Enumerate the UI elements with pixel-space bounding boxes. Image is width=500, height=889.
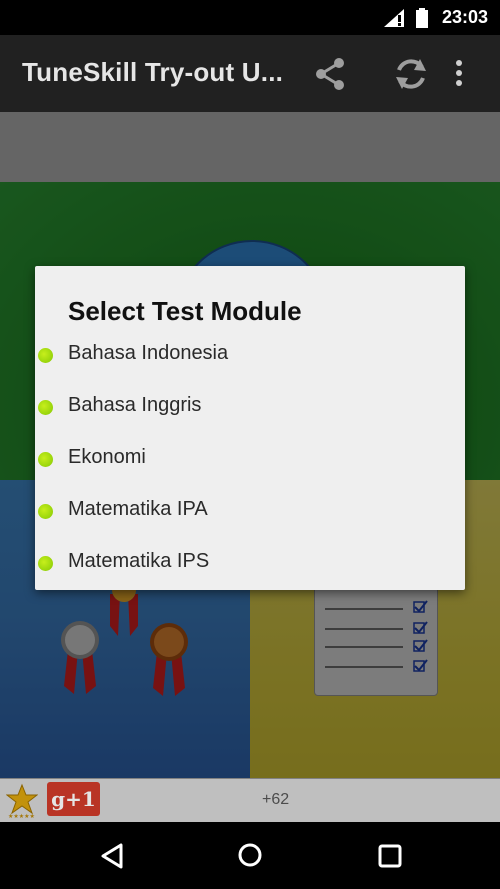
- app-bar: TuneSkill Try-out U...: [0, 35, 500, 112]
- module-item-bahasa-indonesia[interactable]: Bahasa Indonesia: [35, 330, 465, 382]
- app-title: TuneSkill Try-out U...: [22, 57, 284, 87]
- refresh-icon[interactable]: [392, 55, 430, 93]
- bullet-icon: [38, 348, 53, 363]
- share-icon[interactable]: [313, 57, 347, 91]
- module-label: Bahasa Indonesia: [68, 342, 229, 364]
- status-bar: 23:03: [0, 0, 500, 35]
- module-label: Matematika IPA: [68, 498, 208, 520]
- module-label: Bahasa Inggris: [68, 394, 202, 416]
- module-label: Matematika IPS: [68, 550, 210, 572]
- bullet-icon: [38, 556, 53, 571]
- dialog-title: Select Test Module: [68, 296, 302, 326]
- status-time: 23:03: [441, 7, 488, 27]
- back-icon[interactable]: [99, 842, 125, 870]
- select-test-module-dialog: Select Test Module Bahasa Indonesia Baha…: [35, 266, 465, 590]
- more-vert-icon[interactable]: [455, 59, 463, 87]
- module-item-matematika-ipa[interactable]: Matematika IPA: [35, 486, 465, 538]
- home-icon[interactable]: [237, 842, 263, 868]
- recents-icon[interactable]: [378, 844, 402, 868]
- module-item-bahasa-inggris[interactable]: Bahasa Inggris: [35, 382, 465, 434]
- battery-icon: [416, 8, 428, 28]
- bottom-bar: ★★★★★ g+1 +62: [0, 779, 500, 822]
- module-item-matematika-ips[interactable]: Matematika IPS: [35, 538, 465, 590]
- bullet-icon: [38, 504, 53, 519]
- module-label: Ekonomi: [68, 446, 146, 468]
- navigation-bar: [0, 822, 500, 889]
- module-item-ekonomi[interactable]: Ekonomi: [35, 434, 465, 486]
- bullet-icon: [38, 400, 53, 415]
- bullet-icon: [38, 452, 53, 467]
- bottom-bar-scrim: [0, 779, 500, 822]
- signal-icon: [384, 9, 404, 27]
